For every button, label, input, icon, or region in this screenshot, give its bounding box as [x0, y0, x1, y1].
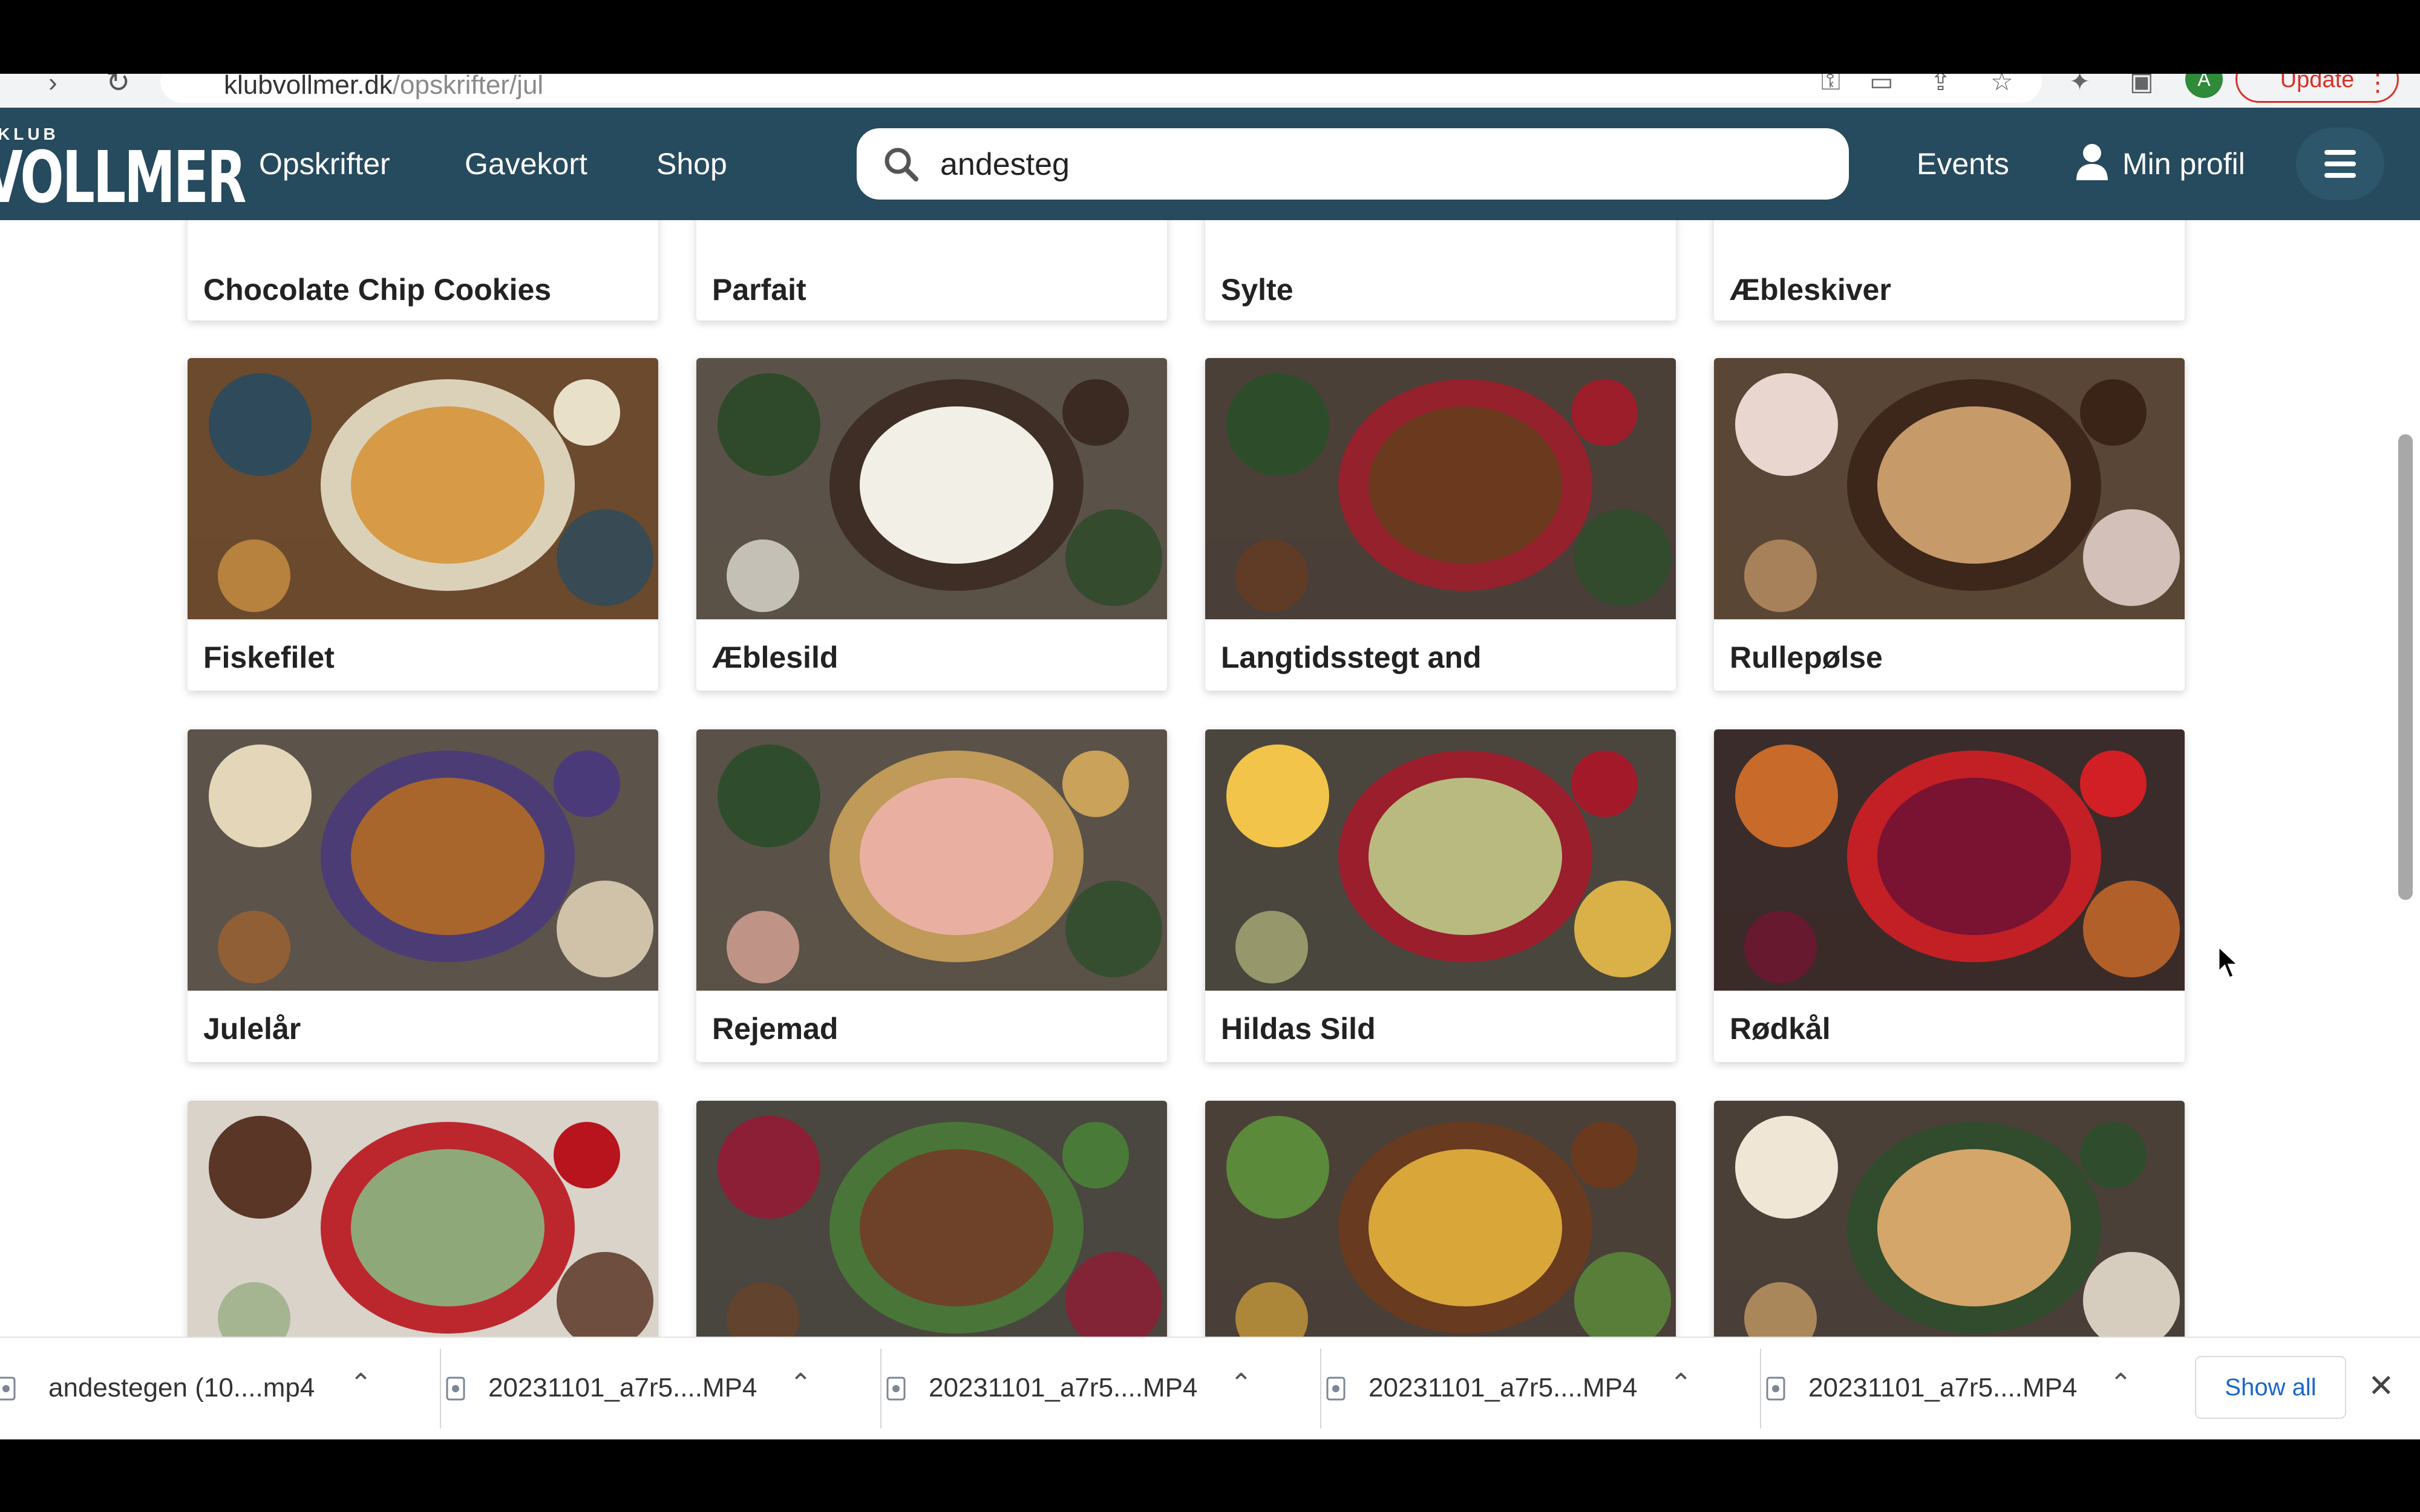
download-filename: 20231101_a7r5....MP4: [488, 1373, 757, 1403]
recipe-title[interactable]: Rødkål: [1730, 1011, 1831, 1046]
logo-main-text: VOLLMER: [0, 135, 246, 219]
url-domain: klubvollmer.dk: [224, 74, 393, 100]
user-icon: [2076, 144, 2108, 180]
recipe-title[interactable]: Sylte: [1221, 272, 1293, 307]
christmas-leg-photo[interactable]: [188, 729, 658, 991]
site-logo[interactable]: KLUB VOLLMER: [0, 122, 246, 219]
recipe-title[interactable]: Langtidsstegt and: [1221, 640, 1482, 675]
download-item[interactable]: andestegen (10....mp4 ⌃: [0, 1338, 440, 1439]
recipe-title[interactable]: Parfait: [712, 272, 806, 307]
recipe-title[interactable]: Æblesild: [712, 640, 838, 675]
back-arrow-icon[interactable]: ›: [48, 74, 57, 98]
recipe-card-row2-1[interactable]: Rejemad: [696, 729, 1167, 1062]
separator: [1320, 1349, 1321, 1429]
hildas-herring-photo[interactable]: [1205, 729, 1676, 991]
downloads-bar: andestegen (10....mp4 ⌃ 20231101_a7r5....M…: [0, 1337, 2420, 1439]
download-filename: 20231101_a7r5....MP4: [1369, 1373, 1638, 1403]
key-icon[interactable]: ⚿: [1821, 74, 1840, 96]
recipe-title[interactable]: Chocolate Chip Cookies: [203, 272, 551, 307]
share-icon[interactable]: ⇪: [1930, 74, 1951, 96]
download-item[interactable]: 20231101_a7r5....MP4 ⌃: [1760, 1338, 2200, 1439]
file-icon: [0, 1377, 16, 1401]
show-all-button[interactable]: Show all: [2195, 1356, 2346, 1419]
recipe-card-row2-0[interactable]: Julelår: [188, 729, 658, 1062]
extensions-icon[interactable]: ✦: [2069, 74, 2090, 96]
download-filename: andestegen (10....mp4: [48, 1373, 315, 1403]
nav-events[interactable]: Events: [1917, 146, 2009, 181]
separator: [880, 1349, 881, 1429]
download-filename: 20231101_a7r5....MP4: [929, 1373, 1198, 1403]
puff-pastry-photo[interactable]: [1714, 1101, 2185, 1362]
recipe-card-row1-3[interactable]: Rullepølse: [1714, 358, 2185, 691]
bookmark-star-icon[interactable]: ☆: [1990, 74, 2013, 96]
recipe-card-row1-1[interactable]: Æblesild: [696, 358, 1167, 691]
url-path: /opskrifter/jul: [392, 74, 544, 100]
menu-line-icon: [2324, 161, 2356, 166]
search-input[interactable]: [939, 139, 1825, 190]
chevron-up-icon[interactable]: ⌃: [790, 1368, 812, 1399]
browser-profile-avatar[interactable]: A: [2185, 74, 2223, 98]
chevron-up-icon[interactable]: ⌃: [2110, 1368, 2132, 1399]
apple-herring-photo[interactable]: [696, 358, 1167, 619]
more-options-icon[interactable]: ⋮: [2366, 74, 2390, 97]
menu-line-icon: [2324, 173, 2356, 178]
file-icon: [1766, 1377, 1785, 1401]
hamburger-menu-button[interactable]: [2296, 128, 2384, 200]
browser-toolbar: › ↻ klubvollmer.dk/opskrifter/jul ⚿ ▭ ⇪ …: [0, 74, 2420, 108]
spinach-dish-photo[interactable]: [188, 1101, 658, 1362]
sidepanel-icon[interactable]: ▣: [2130, 74, 2154, 96]
nav-shop[interactable]: Shop: [656, 146, 727, 181]
slow-roasted-duck-photo[interactable]: [1205, 358, 1676, 619]
chevron-up-icon[interactable]: ⌃: [1670, 1368, 1692, 1399]
recipe-card-row1-2[interactable]: Langtidsstegt and: [1205, 358, 1676, 691]
duck-potatoes-photo[interactable]: [1205, 1101, 1676, 1362]
menu-line-icon: [2324, 150, 2356, 155]
rolled-pork-photo[interactable]: [1714, 358, 2185, 619]
meatballs-photo[interactable]: [696, 1101, 1167, 1362]
mouse-cursor-icon: [2217, 945, 2240, 979]
search-icon: [885, 148, 918, 181]
chevron-up-icon[interactable]: ⌃: [1230, 1368, 1252, 1399]
separator: [1760, 1349, 1761, 1429]
separator: [440, 1349, 441, 1429]
file-icon: [446, 1377, 465, 1401]
recipe-title[interactable]: Rullepølse: [1730, 640, 1883, 675]
recipe-card-row2-3[interactable]: Rødkål: [1714, 729, 2185, 1062]
close-icon[interactable]: ✕: [2368, 1368, 2395, 1404]
download-item[interactable]: 20231101_a7r5....MP4 ⌃: [440, 1338, 880, 1439]
recipe-title[interactable]: Hildas Sild: [1221, 1011, 1376, 1046]
recipe-title[interactable]: Fiskefilet: [203, 640, 335, 675]
nav-opskrifter[interactable]: Opskrifter: [259, 146, 390, 181]
download-item[interactable]: 20231101_a7r5....MP4 ⌃: [880, 1338, 1320, 1439]
shrimp-sandwich-photo[interactable]: [696, 729, 1167, 991]
search-bar[interactable]: [857, 128, 1849, 200]
scrollbar-thumb[interactable]: [2398, 434, 2413, 900]
recipe-card-row2-2[interactable]: Hildas Sild: [1205, 729, 1676, 1062]
page-viewport: KLUB VOLLMER Opskrifter Gavekort Shop Ev…: [0, 108, 2420, 1438]
recipe-title[interactable]: Julelår: [203, 1011, 301, 1046]
profile-label: Min profil: [2122, 147, 2245, 181]
reload-icon[interactable]: ↻: [106, 74, 130, 99]
site-header: KLUB VOLLMER Opskrifter Gavekort Shop Ev…: [0, 108, 2420, 220]
fish-fillet-photo[interactable]: [188, 358, 658, 619]
nav-gavekort[interactable]: Gavekort: [465, 146, 587, 181]
url-text[interactable]: klubvollmer.dk/opskrifter/jul: [224, 74, 543, 100]
download-filename: 20231101_a7r5....MP4: [1808, 1373, 2078, 1403]
recipe-title[interactable]: Rejemad: [712, 1011, 838, 1046]
recipe-card-row1-0[interactable]: Fiskefilet: [188, 358, 658, 691]
recipe-title[interactable]: Æbleskiver: [1730, 272, 1891, 307]
cast-icon[interactable]: ▭: [1869, 74, 1894, 96]
file-icon: [1326, 1377, 1346, 1401]
file-icon: [886, 1377, 906, 1401]
download-item[interactable]: 20231101_a7r5....MP4 ⌃: [1320, 1338, 1760, 1439]
chevron-up-icon[interactable]: ⌃: [350, 1368, 372, 1399]
red-cabbage-photo[interactable]: [1714, 729, 2185, 991]
